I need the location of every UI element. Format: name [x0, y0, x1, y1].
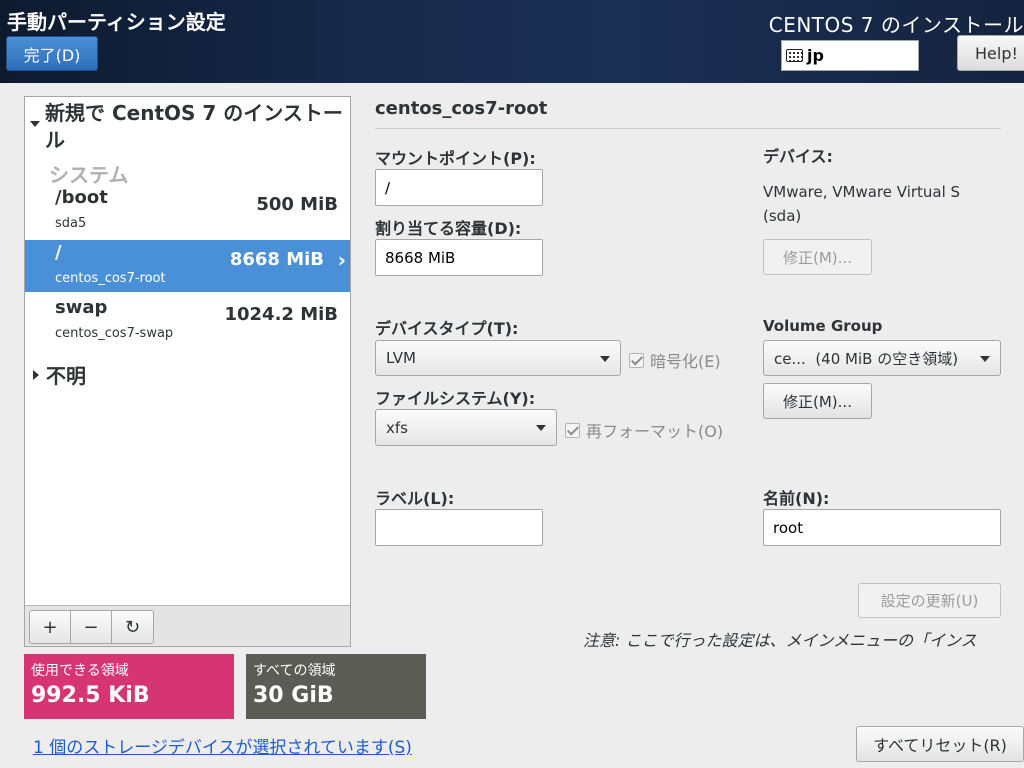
- install-group-header[interactable]: 新規で CentOS 7 のインストール: [45, 100, 345, 154]
- size-label: 1024.2 MiB: [224, 304, 338, 325]
- device-label: centos_cos7-swap: [55, 326, 174, 341]
- keyboard-icon: [786, 49, 803, 62]
- name-field-label: 名前(N):: [763, 489, 830, 508]
- mount-row-boot[interactable]: /boot sda5 500 MiB: [25, 185, 350, 237]
- refresh-icon[interactable]: ↻: [112, 611, 153, 643]
- mount-point-label: /boot: [55, 187, 108, 208]
- reformat-checkbox[interactable]: 再フォーマット(O): [565, 418, 723, 442]
- unknown-group-header[interactable]: 不明: [33, 360, 86, 389]
- encrypt-label: 暗号化(E): [650, 352, 721, 371]
- mount-point-list: 新規で CentOS 7 のインストール システム /boot sda5 500…: [24, 96, 351, 647]
- update-settings-button[interactable]: 設定の更新(U): [858, 583, 1001, 618]
- label-input[interactable]: [375, 509, 543, 546]
- device-type-dropdown[interactable]: LVM: [375, 340, 621, 376]
- available-space-box: 使用できる領域 992.5 KiB: [24, 654, 234, 719]
- device-label: sda5: [55, 216, 87, 231]
- device-type-field-label: デバイスタイプ(T):: [375, 319, 519, 338]
- label-field-label: ラベル(L):: [375, 489, 455, 508]
- note-text: 注意: ここで行った設定は、メインメニューの「インス: [583, 631, 977, 650]
- expander-right-icon: [33, 369, 39, 380]
- filesystem-dropdown[interactable]: xfs: [375, 409, 557, 446]
- volume-group-dropdown[interactable]: ce... (40 MiB の空き領域): [763, 340, 1001, 376]
- page-title: 手動パーティション設定: [7, 10, 226, 34]
- total-space-value: 30 GiB: [253, 683, 334, 708]
- chevron-right-icon: ›: [337, 248, 346, 272]
- encrypt-checkbox[interactable]: 暗号化(E): [629, 348, 721, 372]
- reformat-label: 再フォーマット(O): [586, 422, 724, 441]
- remove-mount-button[interactable]: −: [71, 611, 112, 643]
- total-space-box: すべての領域 30 GiB: [246, 654, 426, 719]
- help-button[interactable]: Help!: [957, 35, 1024, 71]
- device-field-label: デバイス:: [763, 147, 833, 166]
- volume-group-value: ce... (40 MiB の空き領域): [774, 349, 959, 368]
- mount-point-label: swap: [55, 297, 108, 318]
- available-space-label: 使用できる領域: [31, 663, 129, 679]
- filesystem-value: xfs: [386, 418, 408, 437]
- mount-point-label: /: [55, 242, 62, 263]
- header-bar: 手動パーティション設定 完了(D) CENTOS 7 のインストール jp He…: [0, 0, 1024, 83]
- mount-row-swap[interactable]: swap centos_cos7-swap 1024.2 MiB: [25, 295, 350, 347]
- chevron-down-icon: [600, 356, 610, 362]
- chevron-down-icon: [980, 356, 990, 362]
- expander-down-icon[interactable]: [30, 121, 40, 127]
- storage-devices-link[interactable]: 1 個のストレージデバイスが選択されています(S): [33, 733, 412, 758]
- mount-toolbar: + − ↻: [25, 605, 350, 646]
- device-type-value: LVM: [386, 349, 416, 367]
- keyboard-layout-indicator[interactable]: jp: [781, 40, 919, 71]
- chevron-down-icon: [536, 425, 546, 431]
- modify-device-button[interactable]: 修正(M)...: [763, 239, 872, 275]
- total-space-label: すべての領域: [253, 663, 336, 679]
- details-title: centos_cos7-root: [375, 98, 548, 119]
- capacity-field-label: 割り当てる容量(D):: [375, 219, 522, 238]
- available-space-value: 992.5 KiB: [31, 683, 150, 708]
- volume-group-field-label: Volume Group: [763, 317, 883, 335]
- mount-point-input[interactable]: /: [375, 169, 543, 206]
- size-label: 8668 MiB: [229, 249, 324, 270]
- system-subgroup-label: システム: [49, 163, 129, 187]
- keyboard-layout-label: jp: [807, 46, 824, 65]
- add-mount-button[interactable]: +: [30, 611, 71, 643]
- toolbar-button-group: + − ↻: [29, 610, 154, 644]
- modify-volume-group-button[interactable]: 修正(M)...: [763, 383, 872, 419]
- device-value: VMware, VMware Virtual S (sda): [763, 183, 961, 225]
- mount-point-field-label: マウントポイント(P):: [375, 149, 536, 168]
- size-label: 500 MiB: [256, 194, 338, 215]
- installer-title: CENTOS 7 のインストール: [768, 13, 1024, 37]
- device-label: centos_cos7-root: [55, 271, 166, 286]
- name-input[interactable]: root: [763, 509, 1001, 546]
- mount-row-root[interactable]: / centos_cos7-root 8668 MiB ›: [25, 240, 350, 292]
- done-button[interactable]: 完了(D): [6, 36, 98, 71]
- filesystem-field-label: ファイルシステム(Y):: [375, 389, 536, 408]
- checkbox-icon: [565, 422, 580, 438]
- unknown-group-label: 不明: [46, 364, 86, 388]
- reset-all-button[interactable]: すべてリセット(R): [856, 726, 1024, 762]
- capacity-input[interactable]: 8668 MiB: [375, 239, 543, 276]
- checkbox-icon: [629, 352, 644, 368]
- divider: [375, 128, 1001, 129]
